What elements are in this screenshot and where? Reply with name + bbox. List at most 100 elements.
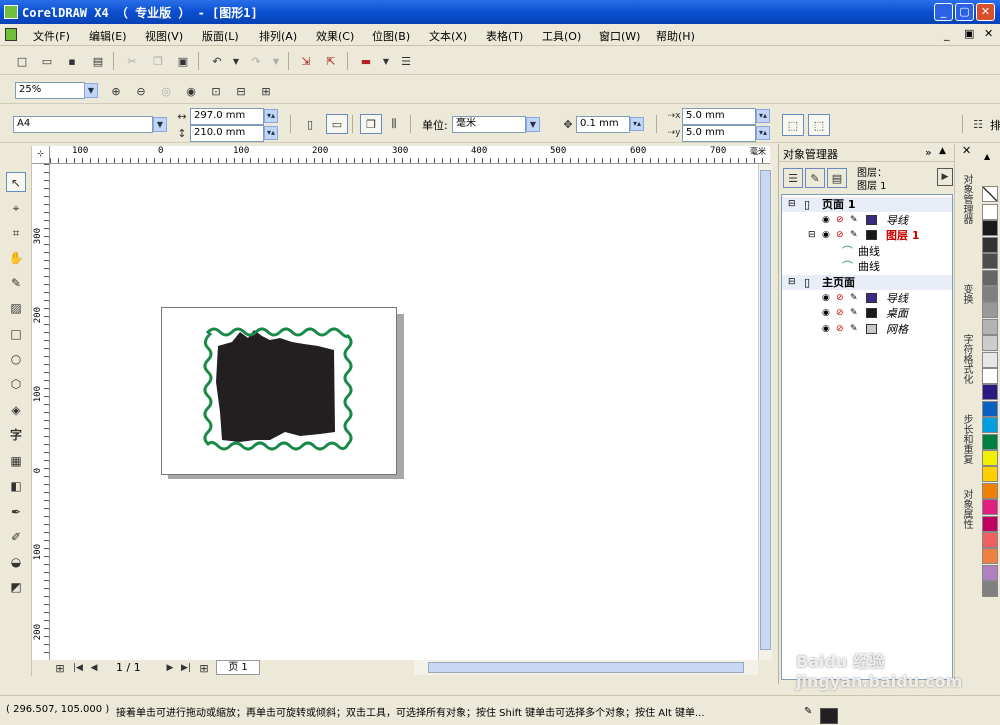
undo-dropdown-icon[interactable]: ▼ — [228, 53, 244, 69]
color-swatch[interactable] — [982, 515, 998, 532]
tree-object-node[interactable]: ⌒ 曲线 — [782, 244, 952, 259]
printable-icon[interactable]: ⊘ — [836, 228, 844, 243]
tab-character-formatting[interactable]: 字符格式化 — [958, 334, 974, 384]
paper-height-field[interactable]: 210.0 mm — [190, 125, 264, 142]
paper-width-field[interactable]: 297.0 mm — [190, 108, 264, 125]
unit-field[interactable]: 毫米 — [452, 116, 526, 133]
interactive-blend-tool-icon[interactable]: ◧ — [6, 476, 26, 496]
docker-collapse-icon[interactable]: ▲ — [939, 146, 946, 156]
crop-tool-icon[interactable]: ⌗ — [6, 223, 26, 243]
draw-bounding-box-icon[interactable]: ⬚ — [808, 114, 830, 136]
fill-tool-icon[interactable]: ◒ — [6, 552, 26, 572]
zoom-to-page-icon[interactable]: ⊡ — [208, 83, 224, 99]
horizontal-scroll-thumb[interactable] — [428, 662, 744, 673]
current-page-icon[interactable]: ⫼ — [386, 116, 402, 132]
menu-bitmaps[interactable]: 位图(B) — [372, 28, 410, 44]
doc-minimize-button[interactable]: _ — [944, 28, 950, 41]
layer-color-swatch[interactable] — [866, 308, 877, 319]
add-page-before-icon[interactable]: ⊞ — [52, 660, 68, 676]
visibility-eye-icon[interactable]: ◉ — [822, 213, 830, 228]
duplicate-x-field[interactable]: 5.0 mm — [682, 108, 756, 125]
paper-size-field[interactable]: A4 — [13, 116, 153, 133]
doc-restore-button[interactable]: ▣ — [964, 27, 974, 40]
rectangle-tool-icon[interactable]: □ — [6, 324, 26, 344]
color-swatch[interactable] — [982, 466, 998, 483]
menu-file[interactable]: 文件(F) — [33, 28, 70, 44]
color-swatch[interactable] — [982, 204, 998, 220]
color-swatch[interactable] — [982, 318, 998, 335]
menu-table[interactable]: 表格(T) — [486, 28, 523, 44]
color-swatch[interactable] — [982, 499, 998, 516]
paste-icon[interactable]: ▣ — [175, 53, 191, 69]
landscape-icon[interactable]: ▭ — [326, 114, 348, 134]
expand-icon[interactable]: ⊟ — [788, 275, 796, 290]
color-swatch[interactable] — [982, 482, 998, 499]
color-swatch[interactable] — [982, 269, 998, 286]
drawing-canvas[interactable] — [50, 164, 758, 660]
editable-pencil-icon[interactable]: ✎ — [850, 228, 858, 243]
last-page-icon[interactable]: ▶| — [178, 660, 194, 676]
import-icon[interactable]: ⇲ — [298, 53, 314, 69]
menu-view[interactable]: 视图(V) — [145, 28, 183, 44]
color-swatch[interactable] — [982, 368, 998, 384]
zoom-to-page-height-icon[interactable]: ⊞ — [258, 83, 274, 99]
redo-dropdown-icon[interactable]: ▼ — [268, 53, 284, 69]
polygon-tool-icon[interactable]: ⬡ — [6, 374, 26, 394]
tree-page-node[interactable]: ⊟ ▯ 页面 1 — [782, 197, 952, 212]
horizontal-scrollbar[interactable] — [414, 660, 758, 675]
basic-shapes-tool-icon[interactable]: ◈ — [6, 400, 26, 420]
printable-icon[interactable]: ⊘ — [836, 213, 844, 228]
color-swatch[interactable] — [982, 351, 998, 368]
smart-fill-tool-icon[interactable]: ▨ — [6, 298, 26, 318]
ruler-origin[interactable]: ⊹ — [32, 146, 50, 164]
pick-tool-icon[interactable]: ↖ — [6, 172, 26, 192]
color-swatch[interactable] — [982, 532, 998, 548]
tab-object-manager[interactable]: 对象管理器 — [958, 174, 974, 224]
artwork[interactable] — [200, 322, 360, 457]
printable-icon[interactable]: ⊘ — [836, 306, 844, 321]
cut-icon[interactable]: ✂ — [124, 53, 140, 69]
layer-color-swatch[interactable] — [866, 214, 877, 225]
interactive-fill-tool-icon[interactable]: ◩ — [6, 577, 26, 597]
print-icon[interactable]: ▤ — [90, 53, 106, 69]
no-color-swatch[interactable] — [982, 186, 998, 202]
menu-layout[interactable]: 版面(L) — [202, 28, 239, 44]
tab-object-properties[interactable]: 对象属性 — [958, 489, 974, 529]
color-swatch[interactable] — [982, 384, 998, 401]
zoom-to-page-width-icon[interactable]: ⊟ — [233, 83, 249, 99]
color-swatch[interactable] — [982, 564, 998, 581]
paper-size-dropdown-button[interactable]: ▼ — [153, 117, 167, 132]
color-swatch[interactable] — [982, 335, 998, 352]
black-shape-curve[interactable] — [216, 330, 335, 442]
undo-icon[interactable]: ↶ — [209, 53, 225, 69]
side-close-icon[interactable]: ✕ — [962, 144, 971, 157]
color-swatch[interactable] — [982, 548, 998, 565]
edit-across-layers-icon[interactable]: ✎ — [805, 168, 825, 188]
layer-color-swatch[interactable] — [866, 292, 877, 303]
tree-layer-node[interactable]: ◉ ⊘ ✎ 网格 — [782, 322, 952, 337]
portrait-icon[interactable]: ▯ — [302, 116, 318, 132]
zoom-to-all-objects-icon[interactable]: ◉ — [183, 83, 199, 99]
zoom-out-icon[interactable]: ⊖ — [133, 83, 149, 99]
page-tab[interactable]: 页 1 — [216, 660, 260, 675]
menu-help[interactable]: 帮助(H) — [656, 28, 695, 44]
shape-tool-icon[interactable]: ⌖ — [6, 198, 26, 218]
tab-transform[interactable]: 变换 — [958, 284, 974, 304]
expand-icon[interactable]: ⊟ — [788, 197, 796, 212]
zoom-in-icon[interactable]: ⊕ — [108, 83, 124, 99]
application-launcher-icon[interactable]: ▬ — [358, 53, 374, 69]
eyedropper-tool-icon[interactable]: ✒ — [6, 502, 26, 522]
vertical-scrollbar[interactable] — [758, 164, 772, 660]
layer-color-swatch[interactable] — [866, 230, 877, 241]
color-swatch[interactable] — [982, 302, 998, 319]
zoom-level-field[interactable]: 25% — [15, 82, 85, 99]
color-swatch[interactable] — [982, 417, 998, 434]
paper-width-spinner[interactable]: ▾▴ — [264, 109, 278, 123]
menu-text[interactable]: 文本(X) — [429, 28, 467, 44]
color-swatch[interactable] — [982, 433, 998, 450]
editable-pencil-icon[interactable]: ✎ — [850, 291, 858, 306]
horizontal-ruler[interactable]: 100 0 100 200 300 400 500 600 700 毫米 — [50, 146, 770, 164]
unit-dropdown-button[interactable]: ▼ — [526, 117, 540, 132]
next-page-icon[interactable]: ▶ — [162, 660, 178, 676]
editable-pencil-icon[interactable]: ✎ — [850, 213, 858, 228]
